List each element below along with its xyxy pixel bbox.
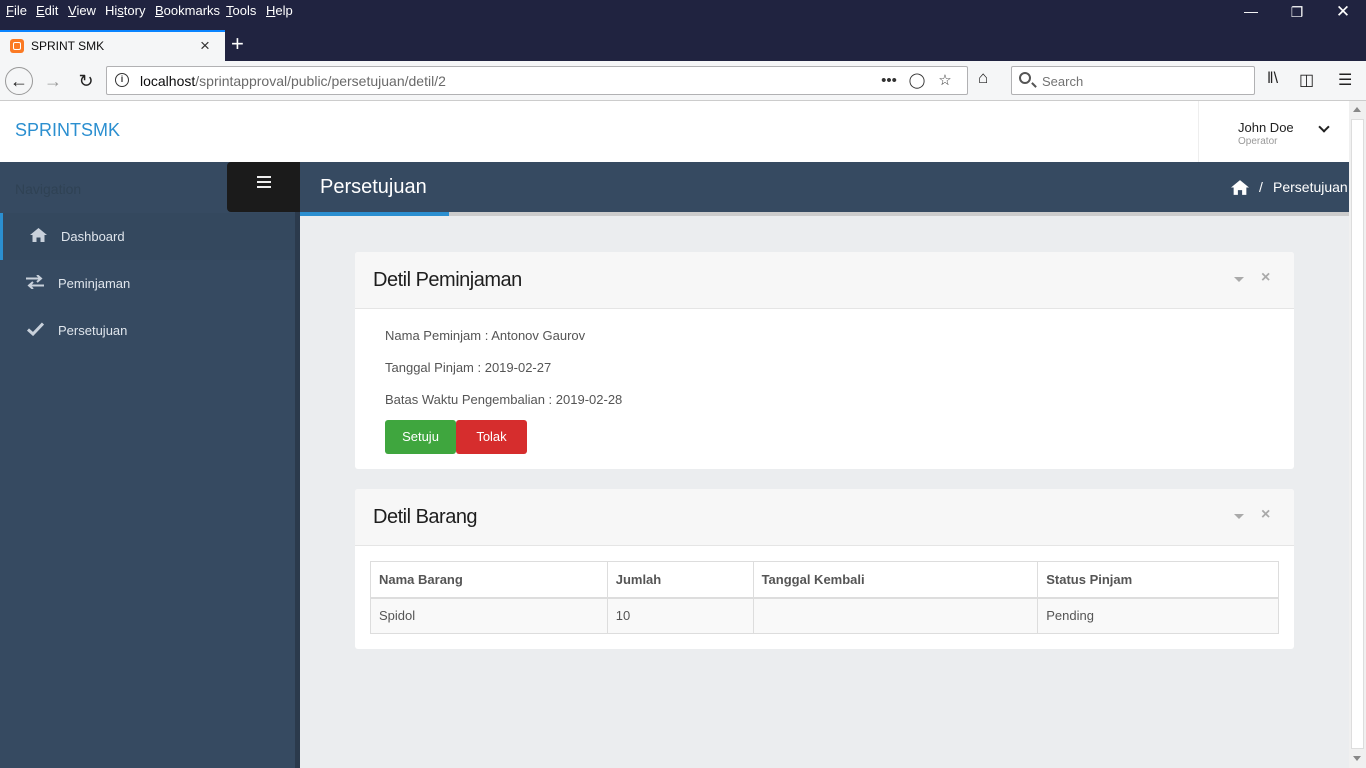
tab-title: SPRINT SMK <box>31 39 105 53</box>
close-icon[interactable]: × <box>1261 269 1270 287</box>
sidebar-item-dashboard[interactable]: Dashboard <box>0 213 295 260</box>
breadcrumb-home-icon[interactable] <box>1231 180 1249 195</box>
column-header: Status Pinjam <box>1037 561 1279 599</box>
scroll-thumb[interactable] <box>1351 119 1364 749</box>
browser-navbar: ← → ↻ i localhost/sprintapproval/public/… <box>0 61 1366 101</box>
reject-button[interactable]: Tolak <box>456 420 527 454</box>
batas-waktu: Batas Waktu Pengembalian : 2019-02-28 <box>385 392 623 407</box>
sidebar: Navigation Dashboard Peminjaman Persetuj… <box>0 162 300 768</box>
cell-status-pinjam: Pending <box>1037 597 1279 634</box>
table-row: Spidol 10 Pending <box>370 597 1279 634</box>
library-icon[interactable]: ‖\ <box>1267 70 1278 88</box>
exchange-icon <box>26 274 44 291</box>
chevron-down-icon[interactable] <box>1318 121 1330 133</box>
pocket-icon[interactable]: ◯ <box>903 71 931 89</box>
menu-view[interactable]: View <box>68 3 96 18</box>
url-host: localhost <box>140 73 196 89</box>
nama-peminjam: Nama Peminjam : Antonov Gaurov <box>385 328 586 343</box>
header-divider <box>300 212 1349 216</box>
close-window-icon[interactable]: ✕ <box>1320 2 1366 22</box>
home-icon[interactable]: ⌂ <box>978 68 988 88</box>
cell-tanggal-kembali <box>752 597 1039 634</box>
menu-file[interactable]: File <box>6 3 27 18</box>
tanggal-pinjam: Tanggal Pinjam : 2019-02-27 <box>385 360 552 375</box>
panel-title: Detil Peminjaman <box>373 269 522 291</box>
content-header: Persetujuan / Persetujuan <box>300 162 1349 212</box>
page-title: Persetujuan <box>320 176 427 198</box>
site-info-icon[interactable]: i <box>115 73 129 87</box>
browser-tab[interactable]: SPRINT SMK × <box>0 30 225 61</box>
user-name: John Doe <box>1238 120 1294 135</box>
breadcrumb-current: Persetujuan <box>1273 179 1348 195</box>
panel-title: Detil Barang <box>373 506 478 528</box>
page-actions-icon[interactable]: ••• <box>875 72 903 89</box>
panel-header: Detil Barang × <box>355 489 1294 546</box>
user-role: Operator <box>1238 136 1278 147</box>
menu-history[interactable]: History <box>105 3 145 18</box>
menu-bookmarks[interactable]: Bookmarks <box>155 3 220 18</box>
bookmark-star-icon[interactable]: ☆ <box>931 71 959 89</box>
cell-jumlah: 10 <box>606 597 754 634</box>
collapse-icon[interactable] <box>1234 277 1244 282</box>
menu-help[interactable]: Help <box>266 3 293 18</box>
header-active-indicator <box>300 212 449 216</box>
barang-table: Nama Barang Jumlah Tanggal Kembali Statu… <box>370 561 1279 634</box>
check-icon <box>26 322 44 338</box>
back-icon[interactable]: ← <box>5 67 33 95</box>
brand-logo[interactable]: SPRINTSMK <box>15 120 120 141</box>
app-header: SPRINTSMK John Doe Operator <box>0 101 1349 162</box>
menu-tools[interactable]: Tools <box>226 3 256 18</box>
sidebar-item-label: Persetujuan <box>58 323 128 338</box>
panel-detil-barang: Detil Barang × Nama Barang Jumlah Tangga… <box>355 489 1294 649</box>
sidebar-toggle-icon[interactable]: ◫ <box>1299 70 1314 90</box>
sidebar-item-peminjaman[interactable]: Peminjaman <box>0 260 295 307</box>
breadcrumb-separator: / <box>1259 179 1263 195</box>
tab-close-icon[interactable]: × <box>200 36 210 56</box>
tab-strip: SPRINT SMK × + <box>0 30 1366 61</box>
favicon-icon <box>10 39 24 53</box>
approve-button[interactable]: Setuju <box>385 420 456 454</box>
column-header: Tanggal Kembali <box>752 561 1039 599</box>
column-header: Nama Barang <box>370 561 608 599</box>
column-header: Jumlah <box>606 561 754 599</box>
sidebar-item-label: Dashboard <box>61 229 125 244</box>
panel-header: Detil Peminjaman × <box>355 252 1294 309</box>
home-icon <box>29 228 47 244</box>
reload-icon[interactable]: ↻ <box>72 67 100 95</box>
panel-detil-peminjaman: Detil Peminjaman × Nama Peminjam : Anton… <box>355 252 1294 469</box>
cell-nama-barang: Spidol <box>370 597 608 634</box>
url-bar[interactable]: i localhost/sprintapproval/public/perset… <box>106 66 968 95</box>
search-bar[interactable]: Search <box>1011 66 1255 95</box>
search-icon <box>1019 72 1031 84</box>
minimize-icon[interactable]: — <box>1228 3 1274 19</box>
new-tab-icon[interactable]: + <box>231 31 244 57</box>
url-path: /sprintapproval/public/persetujuan/detil… <box>195 73 446 89</box>
user-menu[interactable]: John Doe Operator <box>1198 101 1349 162</box>
sidebar-item-label: Peminjaman <box>58 276 131 291</box>
menu-icon <box>257 176 271 188</box>
table-header-row: Nama Barang Jumlah Tanggal Kembali Statu… <box>370 561 1279 599</box>
main-content: Persetujuan / Persetujuan Detil Peminjam… <box>300 162 1349 768</box>
url-actions: ••• ◯ ☆ <box>875 71 959 89</box>
url-text[interactable]: localhost/sprintapproval/public/persetuj… <box>140 73 446 89</box>
page-scrollbar[interactable] <box>1349 101 1366 768</box>
sidebar-item-persetujuan[interactable]: Persetujuan <box>0 307 295 354</box>
restore-icon[interactable]: ❐ <box>1274 4 1320 21</box>
sidebar-toggle-button[interactable] <box>227 162 300 212</box>
sidebar-title: Navigation <box>15 181 82 197</box>
scroll-down-icon[interactable] <box>1353 756 1361 761</box>
forward-icon[interactable]: → <box>39 67 67 95</box>
collapse-icon[interactable] <box>1234 514 1244 519</box>
search-placeholder: Search <box>1042 74 1084 89</box>
browser-menubar: File Edit View History Bookmarks Tools H… <box>0 0 1366 30</box>
scroll-up-icon[interactable] <box>1353 107 1361 112</box>
hamburger-menu-icon[interactable]: ☰ <box>1338 70 1352 90</box>
menu-edit[interactable]: Edit <box>36 3 58 18</box>
close-icon[interactable]: × <box>1261 506 1270 524</box>
